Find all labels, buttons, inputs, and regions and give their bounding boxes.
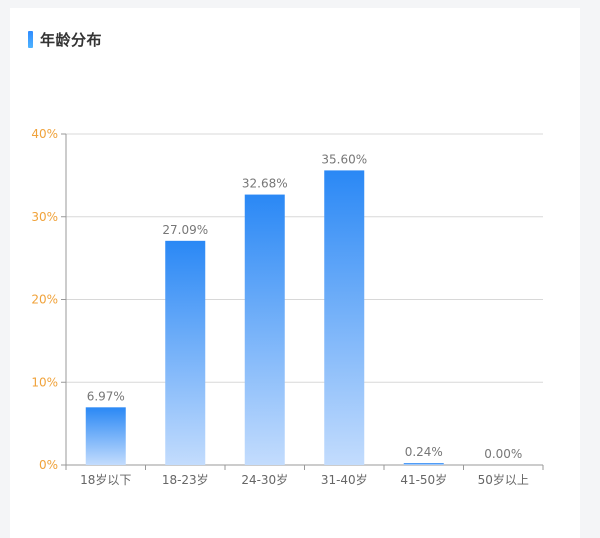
bar-1 — [85, 407, 126, 465]
data-label: 32.68% — [242, 177, 288, 191]
data-label: 35.60% — [321, 152, 367, 166]
x-tick-label: 41-50岁 — [400, 472, 447, 487]
y-tick-label: 40% — [31, 127, 58, 141]
y-tick-label: 0% — [39, 458, 58, 472]
x-tick-label: 18岁以下 — [80, 472, 131, 487]
y-tick-label: 10% — [31, 375, 58, 389]
y-tick-label: 20% — [31, 293, 58, 307]
data-label: 0.00% — [484, 447, 522, 461]
data-label: 27.09% — [162, 223, 208, 237]
data-label: 0.24% — [405, 445, 443, 459]
x-tick-label: 18-23岁 — [162, 472, 209, 487]
bar-3 — [244, 194, 285, 465]
bar-chart: 0% 10% 20% 30% 40% 6.97% 18岁以下 27.09% 18-23岁 32.6… — [31, 127, 544, 487]
bar-5 — [403, 463, 444, 465]
data-label: 6.97% — [87, 389, 125, 403]
x-tick-label: 24-30岁 — [241, 472, 288, 487]
y-tick-label: 30% — [31, 210, 58, 224]
x-tick-label: 50岁以上 — [478, 472, 529, 487]
x-tick-label: 31-40岁 — [321, 472, 368, 487]
bar-4 — [324, 170, 365, 465]
bar-2 — [165, 240, 206, 465]
